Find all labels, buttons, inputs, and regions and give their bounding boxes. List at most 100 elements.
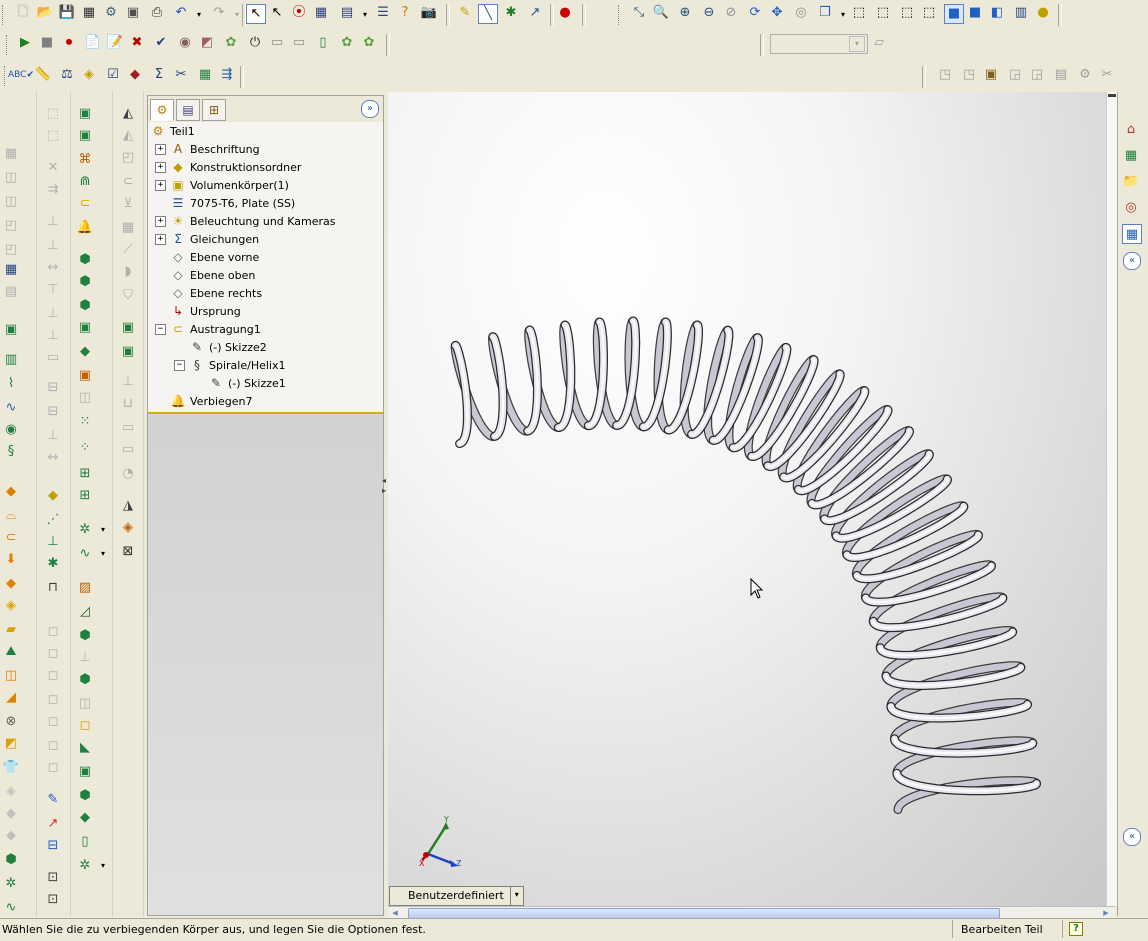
section-icon[interactable]: ◧ <box>988 4 1006 22</box>
swept-cut-icon[interactable]: ▣ <box>76 318 94 336</box>
tree-item[interactable]: ◇ Ebene vorne <box>155 248 259 266</box>
jog-icon[interactable]: ◫ <box>76 694 94 712</box>
toolbar-grip[interactable] <box>2 5 6 25</box>
roll-icon[interactable]: ◎ <box>792 4 810 22</box>
configuration-dropdown[interactable]: ▾ <box>770 34 868 54</box>
record-macro-icon[interactable]: ⏺ <box>60 34 78 52</box>
pattern-icon[interactable]: ✲ <box>2 874 20 892</box>
core-icon[interactable]: ▭ <box>290 34 308 52</box>
search-icon[interactable]: ◎ <box>1122 198 1140 216</box>
boundary-boss-icon[interactable]: ⊂ <box>76 194 94 212</box>
thickness-icon[interactable]: ▦ <box>196 66 214 84</box>
sheet2-icon[interactable]: ◰ <box>2 240 20 258</box>
rib-icon[interactable]: ◆ <box>2 574 20 592</box>
realview-icon[interactable]: ▥ <box>1012 4 1030 22</box>
sweep-tool-icon[interactable]: ⌇ <box>2 374 20 392</box>
extend-icon[interactable]: ⇉ <box>44 180 62 198</box>
indent-icon[interactable]: ◆ <box>2 804 20 822</box>
revolved-boss-icon[interactable]: ▣ <box>76 126 94 144</box>
home-icon[interactable]: ⌂ <box>1122 120 1140 138</box>
mold-icon[interactable]: ◉ <box>176 34 194 52</box>
scale-entities-icon[interactable]: ⊥ <box>44 326 62 344</box>
surface-fill-icon[interactable]: ▦ <box>119 218 137 236</box>
pattern-linear-icon[interactable]: ⊟ <box>44 378 62 396</box>
expand-icon[interactable]: + <box>155 143 166 155</box>
curve-icon[interactable]: ∿ <box>2 398 20 416</box>
expand-icon[interactable]: + <box>155 161 166 173</box>
toolbar-grip[interactable] <box>618 5 622 25</box>
flex-tool-icon[interactable]: ⊗ <box>2 712 20 730</box>
collapse-icon[interactable]: − <box>174 359 185 371</box>
expand-panel-icon[interactable]: » <box>361 100 379 118</box>
flatten-icon[interactable]: ◲ <box>1006 66 1024 84</box>
curves-icon[interactable]: ∿ <box>76 544 94 562</box>
extend-surface-icon[interactable]: ▣ <box>119 318 137 336</box>
hidden-removed-icon[interactable]: ⬚ <box>898 4 916 22</box>
tree-item[interactable]: − ⊂ Austragung1 <box>155 320 261 338</box>
view-bottom-icon[interactable]: ◻ <box>44 736 62 754</box>
curves-dropdown-icon[interactable]: ▾ <box>94 544 112 562</box>
stack-icon[interactable]: ◫ <box>2 192 20 210</box>
view-front-icon[interactable]: ◻ <box>44 622 62 640</box>
bom-icon[interactable]: ▦ <box>2 260 20 278</box>
circular-pattern-icon[interactable]: ⁘ <box>76 438 94 456</box>
equation-icon[interactable]: Σ <box>150 66 168 84</box>
closed-corner-icon[interactable]: ▣ <box>76 762 94 780</box>
tree-item[interactable]: + Σ Gleichungen <box>155 230 259 248</box>
planar-surface-icon[interactable]: ⟋ <box>119 240 137 258</box>
sketch-tool-icon[interactable]: ✎ <box>44 790 62 808</box>
collapse-bottom-icon[interactable]: « <box>1123 828 1141 846</box>
extrude-icon[interactable]: ▣ <box>2 320 20 338</box>
rapid-sketch-icon[interactable]: ⊡ <box>44 890 62 908</box>
undo-dropdown-icon[interactable]: ▾ <box>190 6 208 24</box>
base-flange-icon[interactable]: ◿ <box>76 602 94 620</box>
vertical-scrollbar[interactable] <box>1106 92 1117 906</box>
point-tool-icon[interactable]: ✱ <box>44 554 62 572</box>
shell-icon[interactable]: ◈ <box>2 596 20 614</box>
splitter-grip[interactable]: ◂ ▸ <box>382 476 386 506</box>
untrim-surface-icon[interactable]: ⊥ <box>119 372 137 390</box>
spell-check-icon[interactable]: ABC✔ <box>8 66 34 84</box>
axis-tool-icon[interactable]: ⋰ <box>44 510 62 528</box>
chamfer-tool-icon[interactable]: ⌓ <box>2 506 20 524</box>
mid-surface-icon[interactable]: ⊠ <box>119 542 137 560</box>
boundary-cut-icon[interactable]: ▣ <box>76 366 94 384</box>
new-document-icon[interactable]: 🗋 <box>14 4 32 22</box>
table-icon[interactable]: ▦ <box>2 144 20 162</box>
record-icon[interactable]: ● <box>556 4 574 22</box>
tooling-icon[interactable]: ⏻ <box>246 34 264 52</box>
delete-face-icon[interactable]: ▭ <box>119 418 137 436</box>
view-back-icon[interactable]: ◻ <box>44 644 62 662</box>
welded-corner-icon[interactable]: ⬢ <box>76 786 94 804</box>
delete-icon[interactable]: ✖ <box>128 34 146 52</box>
replace-face-icon[interactable]: ▭ <box>119 440 137 458</box>
sheet-metal-tool-icon[interactable]: ▨ <box>76 578 94 596</box>
zoom-area-icon[interactable]: 🔍 <box>652 4 670 22</box>
view-tab[interactable]: Benutzerdefiniert ▾ <box>389 886 524 906</box>
view-orientation-icon[interactable]: ❒ <box>816 4 834 22</box>
pattern-circular-icon[interactable]: ⊟ <box>44 402 62 420</box>
smart-dim-tool-icon[interactable]: ↗ <box>44 814 62 832</box>
tree-item[interactable]: + A Beschriftung <box>155 140 260 158</box>
magnet-icon[interactable]: ⊂ <box>2 528 20 546</box>
checkmark-icon[interactable]: ✔ <box>152 34 170 52</box>
radiate-icon[interactable]: ◈ <box>119 518 137 536</box>
hole-icon[interactable]: ▤ <box>1052 66 1070 84</box>
offset-surface-icon[interactable]: ◗ <box>119 262 137 280</box>
camera-icon[interactable]: 📷 <box>420 4 438 22</box>
select-icon[interactable]: ↖ <box>246 4 266 24</box>
miter-flange-icon[interactable]: ⊥ <box>76 648 94 666</box>
tree-item[interactable]: 🔔 Verbiegen7 <box>155 392 253 410</box>
collapse-icon[interactable]: − <box>155 323 166 335</box>
revolve-icon[interactable]: ▥ <box>2 350 20 368</box>
shape-icon[interactable]: ⛰ <box>2 642 20 660</box>
graphics-area[interactable]: Y Z X Benutzerdefiniert ▾ <box>388 92 1115 906</box>
appearance-icon[interactable]: ● <box>1034 4 1052 22</box>
design-library-icon[interactable]: ▦ <box>1122 146 1140 164</box>
options-icon[interactable]: ⚙ <box>102 4 120 22</box>
propertymanager-tab[interactable]: ▤ <box>176 99 200 121</box>
pan-icon[interactable]: ✥ <box>768 4 786 22</box>
break-corner-icon[interactable]: ◆ <box>76 808 94 826</box>
trim-icon[interactable]: ✕ <box>44 158 62 176</box>
tree-root[interactable]: ⚙ Teil1 <box>150 122 195 140</box>
